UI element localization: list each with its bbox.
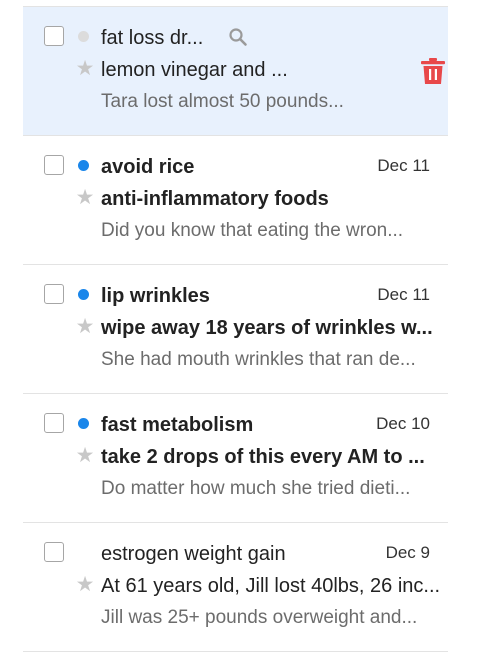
select-checkbox[interactable] bbox=[44, 284, 64, 304]
message-subject: At 61 years old, Jill lost 40lbs, 26 inc… bbox=[101, 575, 441, 597]
star-icon[interactable]: ★ bbox=[74, 315, 96, 337]
message-preview: Tara lost almost 50 pounds... bbox=[101, 91, 344, 112]
sender-name: lip wrinkles bbox=[101, 285, 210, 307]
select-checkbox[interactable] bbox=[44, 542, 64, 562]
message-date: Dec 10 bbox=[376, 414, 430, 433]
trash-icon[interactable] bbox=[420, 57, 446, 85]
select-checkbox[interactable] bbox=[44, 155, 64, 175]
message-subject: lemon vinegar and ... bbox=[101, 59, 288, 81]
search-icon[interactable] bbox=[228, 27, 248, 47]
message-preview: Jill was 25+ pounds overweight and... bbox=[101, 607, 418, 628]
select-checkbox[interactable] bbox=[44, 413, 64, 433]
unread-dot[interactable] bbox=[78, 418, 89, 429]
message-preview: Did you know that eating the wron... bbox=[101, 220, 404, 241]
message-date: Dec 11 bbox=[377, 285, 430, 304]
message-date: Dec 9 bbox=[385, 543, 430, 562]
message-row[interactable]: ★ fast metabolism Dec 10 take 2 drops of… bbox=[23, 394, 448, 523]
sender-name: estrogen weight gain bbox=[101, 543, 286, 565]
message-subject: wipe away 18 years of wrinkles w... bbox=[101, 317, 433, 339]
message-row[interactable]: ★ lip wrinkles Dec 11 wipe away 18 years… bbox=[23, 265, 448, 394]
star-icon[interactable]: ★ bbox=[74, 573, 96, 595]
message-subject: anti-inflammatory foods bbox=[101, 188, 329, 210]
message-preview: She had mouth wrinkles that ran de... bbox=[101, 349, 416, 370]
message-row[interactable]: ★ avoid rice Dec 11 anti-inflammatory fo… bbox=[23, 136, 448, 265]
star-icon[interactable]: ★ bbox=[74, 57, 96, 79]
message-date: Dec 11 bbox=[377, 156, 430, 175]
sender-name: fat loss dr... bbox=[101, 27, 204, 49]
message-row[interactable]: ★ estrogen weight gain Dec 9 At 61 years… bbox=[23, 523, 448, 652]
star-icon[interactable]: ★ bbox=[74, 444, 96, 466]
message-subject: take 2 drops of this every AM to ... bbox=[101, 446, 425, 468]
message-preview: Do matter how much she tried dieti... bbox=[101, 478, 411, 499]
unread-dot[interactable] bbox=[78, 160, 89, 171]
read-status-dot[interactable] bbox=[78, 31, 89, 42]
sender-name: fast metabolism bbox=[101, 414, 254, 436]
star-icon[interactable]: ★ bbox=[74, 186, 96, 208]
sender-name: avoid rice bbox=[101, 156, 195, 178]
message-list: ★ fat loss dr... lemon vinegar and ... T… bbox=[23, 6, 448, 652]
select-checkbox[interactable] bbox=[44, 26, 64, 46]
unread-dot[interactable] bbox=[78, 289, 89, 300]
message-row[interactable]: ★ fat loss dr... lemon vinegar and ... T… bbox=[23, 7, 448, 136]
